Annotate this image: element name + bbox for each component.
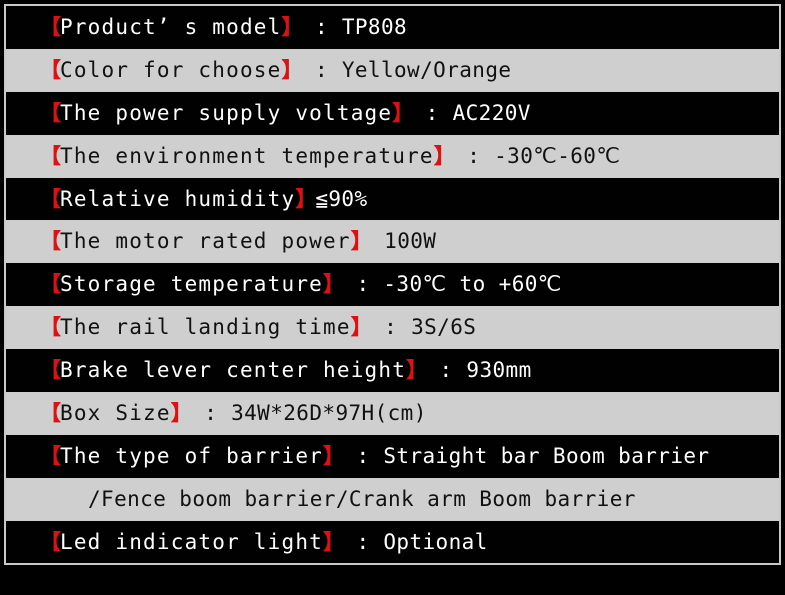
spec-line: 【The power supply voltage】 : AC220V	[40, 100, 531, 125]
spec-row: 【The rail landing time】 : 3S/6S	[6, 306, 779, 350]
spec-line: /Fence boom barrier/Crank arm Boom barri…	[88, 486, 636, 511]
spec-line: 【Product’ s model】 : TP808	[40, 14, 408, 39]
spec-row: 【Product’ s model】 : TP808	[6, 6, 779, 49]
spec-value: 930mm	[466, 358, 532, 383]
spec-label: Led indicator light	[60, 529, 324, 554]
spec-value: 3S/6S	[411, 315, 477, 340]
spec-row: 【Storage temperature】 : -30℃ to +60℃	[6, 263, 779, 307]
spec-line: 【Color for choose】 : Yellow/Orange	[40, 57, 512, 82]
bracket-open-glyph: 【	[40, 443, 61, 468]
spec-value: -30℃ to +60℃	[383, 272, 562, 297]
spec-label: Brake lever center height	[60, 358, 407, 383]
spec-row: 【Box Size】 : 34W*26D*97H(cm)	[6, 392, 779, 435]
spec-label: Product’ s model	[60, 14, 282, 39]
spec-separator: :	[370, 315, 412, 340]
spec-separator	[371, 229, 384, 253]
spec-line: 【Led indicator light】 : Optional	[40, 529, 488, 554]
bracket-open-glyph: 【	[40, 57, 61, 82]
spec-separator: :	[343, 272, 384, 297]
spec-separator: :	[426, 358, 467, 383]
bracket-open-glyph: 【	[40, 358, 61, 383]
spec-line: 【The rail landing time】 : 3S/6S	[40, 317, 476, 338]
bracket-open-glyph: 【	[40, 143, 61, 168]
bracket-close-glyph: 】	[281, 14, 303, 39]
spec-line: 【The motor rated power】 100W	[40, 231, 436, 252]
bracket-open-glyph: 【	[40, 529, 61, 554]
bracket-close-glyph: 】	[295, 186, 316, 211]
spec-separator: :	[301, 57, 342, 82]
bracket-open-glyph: 【	[40, 14, 61, 39]
bracket-close-glyph: 】	[433, 143, 455, 168]
bracket-open-glyph: 【	[40, 229, 61, 254]
spec-value: /Fence boom barrier/Crank arm Boom barri…	[88, 486, 636, 511]
spec-value: TP808	[341, 14, 408, 39]
bracket-open-glyph: 【	[40, 186, 61, 211]
bracket-close-glyph: 】	[323, 272, 344, 297]
bracket-close-glyph: 】	[406, 358, 427, 383]
spec-row: 【Brake lever center height】 : 930mm	[6, 349, 779, 393]
spec-label: The rail landing time	[60, 315, 351, 340]
spec-row: 【Relative humidity】≦90%	[6, 177, 779, 221]
spec-table-frame: 【Product’ s model】 : TP808 【Color for cho…	[4, 4, 781, 565]
spec-separator: :	[343, 529, 384, 554]
spec-row: 【The type of barrier】 : Straight bar Boo…	[6, 434, 779, 478]
spec-label: The motor rated power	[60, 229, 351, 254]
spec-value: ≦90%	[315, 186, 368, 211]
bracket-open-glyph: 【	[40, 315, 61, 340]
spec-line: 【Box Size】 : 34W*26D*97H(cm)	[40, 400, 427, 425]
spec-value: 34W*26D*97H(cm)	[231, 400, 427, 425]
bracket-close-glyph: 】	[323, 443, 344, 468]
bracket-close-glyph: 】	[350, 315, 372, 340]
spec-label: Box Size	[60, 400, 171, 425]
spec-separator: :	[343, 443, 384, 468]
spec-value: -30℃-60℃	[494, 143, 621, 168]
spec-value: Straight bar Boom barrier	[383, 443, 710, 468]
spec-row: 【The power supply voltage】 : AC220V	[6, 91, 779, 135]
bracket-close-glyph: 】	[170, 400, 192, 425]
spec-value: Optional	[383, 529, 488, 554]
spec-label: The power supply voltage	[60, 100, 393, 125]
spec-row: 【Color for choose】 : Yellow/Orange	[6, 48, 779, 92]
bracket-close-glyph: 】	[350, 229, 372, 254]
spec-line: 【Relative humidity】≦90%	[40, 186, 368, 211]
spec-label: The environment temperature	[60, 143, 434, 168]
spec-label: Storage temperature	[60, 272, 324, 297]
bracket-close-glyph: 】	[323, 529, 344, 554]
spec-value: AC220V	[452, 100, 531, 125]
spec-line: 【Brake lever center height】 : 930mm	[40, 360, 532, 381]
specification-table: 【Product’ s model】 : TP808 【Color for cho…	[6, 6, 779, 563]
spec-separator: :	[190, 400, 232, 425]
spec-label: Relative humidity	[60, 186, 296, 211]
spec-label: Color for choose	[60, 57, 282, 82]
bracket-open-glyph: 【	[40, 100, 61, 125]
bracket-open-glyph: 【	[40, 272, 61, 297]
spec-label: The type of barrier	[60, 443, 324, 468]
bracket-open-glyph: 【	[40, 400, 61, 425]
spec-row: /Fence boom barrier/Crank arm Boom barri…	[6, 477, 779, 521]
spec-separator: :	[453, 143, 495, 168]
spec-row: 【The environment temperature】 : -30℃-60℃	[6, 134, 779, 178]
spec-separator: :	[412, 100, 453, 125]
spec-line: 【The environment temperature】 : -30℃-60℃	[40, 143, 621, 168]
spec-line: 【The type of barrier】 : Straight bar Boo…	[40, 443, 710, 468]
spec-sheet-canvas: 【Product’ s model】 : TP808 【Color for cho…	[0, 0, 785, 595]
spec-line: 【Storage temperature】 : -30℃ to +60℃	[40, 274, 562, 295]
bracket-close-glyph: 】	[281, 57, 303, 82]
spec-value: Yellow/Orange	[341, 57, 512, 82]
spec-row: 【Led indicator light】 : Optional	[6, 520, 779, 563]
spec-separator: :	[301, 14, 342, 39]
spec-value: 100W	[384, 229, 437, 254]
spec-row: 【The motor rated power】 100W	[6, 220, 779, 264]
bracket-close-glyph: 】	[392, 100, 413, 125]
